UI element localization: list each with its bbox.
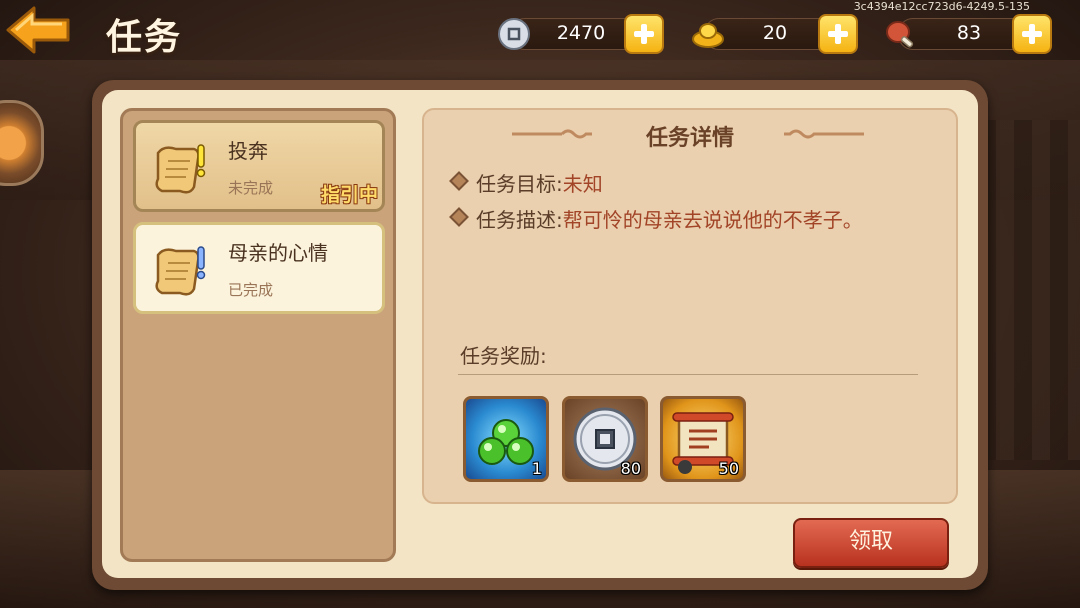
reward-count: 1 (531, 459, 542, 478)
add-silver-button[interactable] (624, 14, 664, 54)
goal-label: 任务目标: (476, 172, 563, 196)
reward-item-silver[interactable]: 80 (562, 396, 648, 482)
task-status: 未完成 (228, 179, 274, 197)
add-gold-button[interactable] (818, 14, 858, 54)
food-resource: 83 (884, 14, 1052, 54)
gold-resource: 20 (690, 14, 858, 54)
session-id-text: 3c4394e12cc723d6-4249.5-135 (853, 0, 1030, 13)
reward-item-green-orbs[interactable]: 1 (463, 396, 549, 482)
reward-divider (458, 374, 918, 375)
reward-count: 50 (718, 459, 739, 478)
bullet-diamond-icon (449, 171, 469, 191)
reward-count: 80 (620, 459, 641, 478)
desc-value: 帮可怜的母亲去说说他的不孝子。 (562, 208, 863, 232)
silver-resource: 2470 (496, 14, 664, 54)
add-food-button[interactable] (1012, 14, 1052, 54)
bullet-diamond-icon (449, 207, 469, 227)
food-count: 83 (956, 22, 982, 44)
reward-item-scroll[interactable]: 50 (660, 396, 746, 482)
task-status: 已完成 (228, 281, 274, 299)
desc-label: 任务描述: (476, 208, 563, 232)
reward-label: 任务奖励: (460, 344, 547, 368)
silver-count: 2470 (556, 22, 606, 44)
task-goal-row: 任务目标:未知 (449, 168, 603, 197)
task-name: 母亲的心情 (228, 241, 328, 265)
back-button[interactable] (4, 4, 74, 56)
task-desc-row: 任务描述:帮可怜的母亲去说说他的不孝子。 (449, 204, 863, 233)
claim-button[interactable]: 领取 (793, 518, 949, 568)
title-ornament-right (784, 129, 864, 139)
goal-value: 未知 (562, 172, 603, 196)
detail-title: 任务详情 (645, 126, 734, 151)
gold-count: 20 (762, 22, 788, 44)
back-arrow-icon (6, 6, 70, 54)
quest-scroll-icon (155, 246, 206, 296)
page-title: 任务 (106, 17, 183, 58)
task-item-mother-mood[interactable]: 母亲的心情 已完成 (133, 222, 385, 314)
guide-badge: 指引中 (320, 184, 378, 206)
